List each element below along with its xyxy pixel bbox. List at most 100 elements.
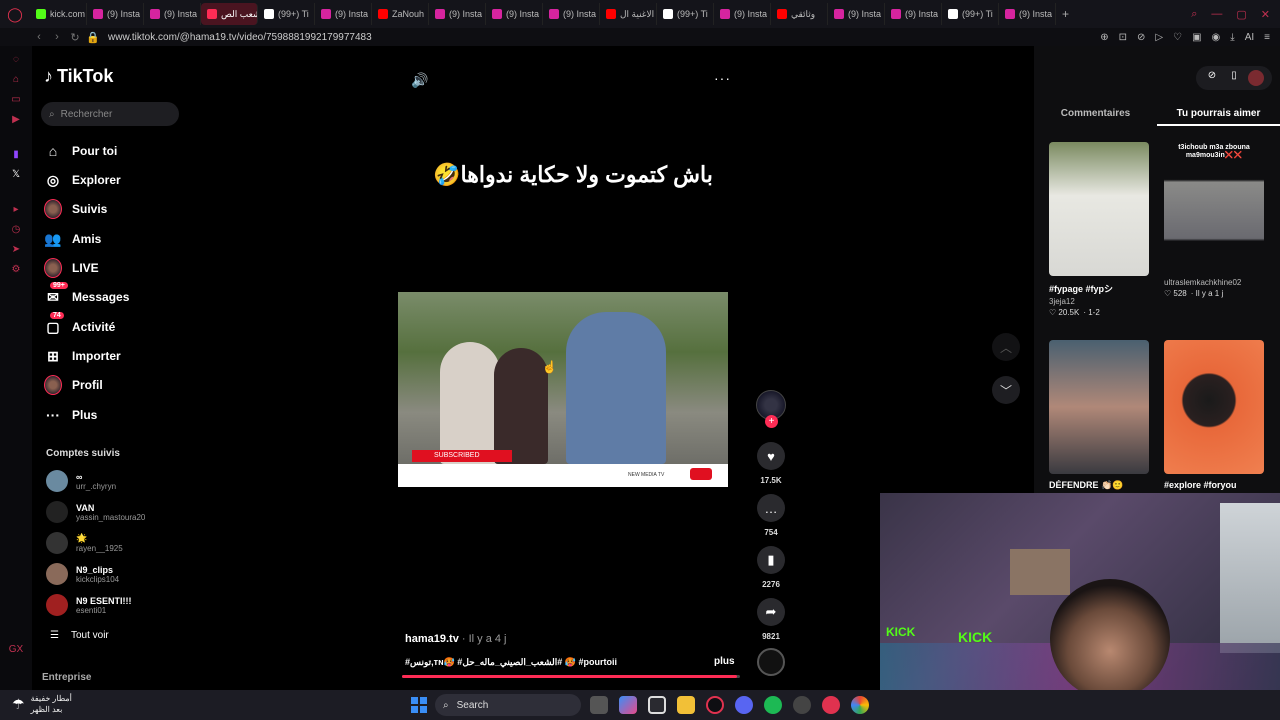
reload-icon[interactable]: ↻ xyxy=(66,31,84,44)
comment-button[interactable]: … xyxy=(757,494,785,522)
opera-gx-icon[interactable] xyxy=(706,696,724,714)
browser-tab[interactable]: (9) Insta xyxy=(144,3,201,25)
sidebar-item[interactable]: ◎ Explorer xyxy=(44,169,121,191)
like-button[interactable]: ♥ xyxy=(757,442,785,470)
windows-start-icon[interactable] xyxy=(411,697,427,713)
browser-tab[interactable]: (9) Insta xyxy=(315,3,372,25)
video-thumbnail[interactable] xyxy=(1049,142,1149,276)
sidebar-item[interactable]: 👥 Amis xyxy=(44,228,101,250)
followed-account[interactable]: N9_clips kickclips104 xyxy=(46,563,119,585)
video-thumbnail[interactable]: t3ichoub m3a zbouna ma9mou3in❌❌ xyxy=(1164,142,1264,276)
download-icon[interactable]: ⤓ xyxy=(1230,32,1234,43)
sidebar-item[interactable]: ⌂ Pour toi xyxy=(44,140,118,162)
browser-tab[interactable]: الاغنية ال xyxy=(600,3,657,25)
see-all-link[interactable]: ☰ Tout voir xyxy=(50,630,109,641)
suggested-video-card[interactable]: #explore #foryou xyxy=(1164,340,1264,490)
more-options-icon[interactable]: ··· xyxy=(714,70,731,86)
pin-icon[interactable]: ⊕ xyxy=(1100,32,1108,43)
browser-tab[interactable]: (9) Insta xyxy=(885,3,942,25)
sidebar-flow-icon[interactable]: ➤ xyxy=(12,244,20,255)
ai-button[interactable]: AI xyxy=(1245,32,1254,43)
user-avatar[interactable] xyxy=(1248,70,1264,86)
browser-tab[interactable]: (9) Insta xyxy=(486,3,543,25)
discord-icon[interactable] xyxy=(735,696,753,714)
followed-account[interactable]: ∞ urr_.chyryn xyxy=(46,470,116,492)
snapshot-icon[interactable]: ⊡ xyxy=(1119,32,1127,43)
sidebar-item[interactable]: ··· Plus xyxy=(44,404,97,426)
followed-account[interactable]: N9 ESENTI!!! esenti01 xyxy=(46,594,132,616)
sidebar-item[interactable]: Profil xyxy=(44,374,103,396)
browser-tab[interactable]: (9) Insta xyxy=(999,3,1056,25)
browser-tab[interactable]: (9) Insta xyxy=(429,3,486,25)
save-button[interactable]: ▮ xyxy=(757,546,785,574)
account-icon[interactable]: ◉ xyxy=(1212,32,1221,43)
browser-tab[interactable]: kick.com xyxy=(30,3,87,25)
url-field[interactable]: www.tiktok.com/@hama19.tv/video/75988819… xyxy=(108,32,372,43)
browser-tab[interactable]: (99+) Ti xyxy=(258,3,315,25)
tab-comments[interactable]: Commentaires xyxy=(1034,106,1157,126)
play-icon[interactable]: ▷ xyxy=(1155,32,1163,43)
sidebar-settings-icon[interactable]: ⚙ xyxy=(12,264,21,275)
tiktok-logo[interactable]: ♪ TikTok xyxy=(44,66,113,87)
browser-tab[interactable]: (99+) Ti xyxy=(942,3,999,25)
store-icon[interactable] xyxy=(648,696,666,714)
suggested-video-card[interactable]: t3ichoub m3a zbouna ma9mou3in❌❌ ultraslem… xyxy=(1164,142,1264,298)
heart-icon[interactable]: ♡ xyxy=(1173,32,1182,43)
opera-icon[interactable] xyxy=(822,696,840,714)
card-author[interactable]: 3jeja12 xyxy=(1049,297,1149,306)
search-input[interactable]: ⌕ Rechercher xyxy=(41,102,179,126)
volume-icon[interactable]: 🔊 xyxy=(411,72,428,89)
share-button[interactable]: ➦ xyxy=(757,598,785,626)
forward-icon[interactable]: › xyxy=(48,31,66,43)
browse-icon[interactable]: ⊘ xyxy=(1204,70,1220,86)
sidebar-youtube-icon[interactable]: ▶ xyxy=(12,114,20,125)
browser-tab[interactable]: (99+) Ti xyxy=(657,3,714,25)
back-icon[interactable]: ‹ xyxy=(30,31,48,43)
video-hashtags[interactable]: #تونس,ᴛɴ🥵 #الشعب_الصيني_ماله_حل# 🥵 #pour… xyxy=(405,657,705,668)
copilot-icon[interactable] xyxy=(619,696,637,714)
wallet-icon[interactable]: ▣ xyxy=(1192,32,1201,43)
task-view-icon[interactable] xyxy=(590,696,608,714)
browser-tab[interactable]: الشعب الص xyxy=(201,3,258,25)
browser-tab[interactable]: (9) Insta xyxy=(714,3,771,25)
sidebar-aria-icon[interactable]: ◌ xyxy=(13,54,19,65)
file-explorer-icon[interactable] xyxy=(677,696,695,714)
sidebar-item[interactable]: Suivis xyxy=(44,198,107,220)
sidebar-item[interactable]: ⊞ Importer xyxy=(44,345,121,367)
previous-video-button[interactable]: ︿ xyxy=(992,333,1020,361)
weather-widget[interactable]: ☂ أمطار خفيفة بعد الظهر xyxy=(12,693,72,715)
video-player[interactable]: SUBSCRIBED NEW MEDIA TV xyxy=(398,292,728,487)
suggested-video-card[interactable]: DÉFENDRE 👏🏻🙂 xyxy=(1049,340,1149,491)
video-progress-bar[interactable] xyxy=(402,675,740,678)
author-name[interactable]: hama19.tv xyxy=(405,633,459,645)
card-author[interactable]: ultraslemkachkhine02 xyxy=(1164,278,1264,287)
sidebar-x-icon[interactable]: 𝕏 xyxy=(12,169,20,180)
sidebar-chat-icon[interactable]: ▭ xyxy=(11,94,20,105)
expand-caption-button[interactable]: plus xyxy=(714,656,735,667)
menu-icon[interactable]: ≡ xyxy=(1264,32,1270,43)
next-video-button[interactable]: ﹀ xyxy=(992,376,1020,404)
sidebar-player-icon[interactable]: ▸ xyxy=(13,204,18,215)
device-icon[interactable]: ▯ xyxy=(1226,70,1242,86)
sidebar-item[interactable]: ▢ 74 Activité xyxy=(44,312,115,338)
enterprise-link[interactable]: Entreprise xyxy=(42,672,91,683)
browser-tab[interactable]: وثائقي xyxy=(771,3,828,25)
browser-tab[interactable]: (9) Insta xyxy=(87,3,144,25)
steam-icon[interactable] xyxy=(793,696,811,714)
video-author[interactable]: hama19.tv · Il y a 4 j xyxy=(405,633,507,645)
sidebar-shop-icon[interactable]: ⌂ xyxy=(13,74,19,85)
sidebar-item[interactable]: ✉ 99+ Messages xyxy=(44,282,129,308)
video-thumbnail[interactable] xyxy=(1164,340,1264,474)
music-disc-icon[interactable] xyxy=(757,648,785,676)
new-tab-button[interactable]: + xyxy=(1062,7,1069,21)
spotify-icon[interactable] xyxy=(764,696,782,714)
chrome-icon[interactable] xyxy=(851,696,869,714)
minimize-button[interactable]: — xyxy=(1211,8,1222,21)
tab-suggested[interactable]: Tu pourrais aimer xyxy=(1157,106,1280,126)
followed-account[interactable]: VAN yassin_mastoura20 xyxy=(46,501,145,523)
sidebar-gx-icon[interactable]: GX xyxy=(9,644,23,655)
shield-icon[interactable]: ⊘ xyxy=(1137,32,1145,43)
maximize-button[interactable]: ▢ xyxy=(1236,8,1246,21)
browser-tab[interactable]: ZaNouh xyxy=(372,3,429,25)
video-thumbnail[interactable] xyxy=(1049,340,1149,474)
